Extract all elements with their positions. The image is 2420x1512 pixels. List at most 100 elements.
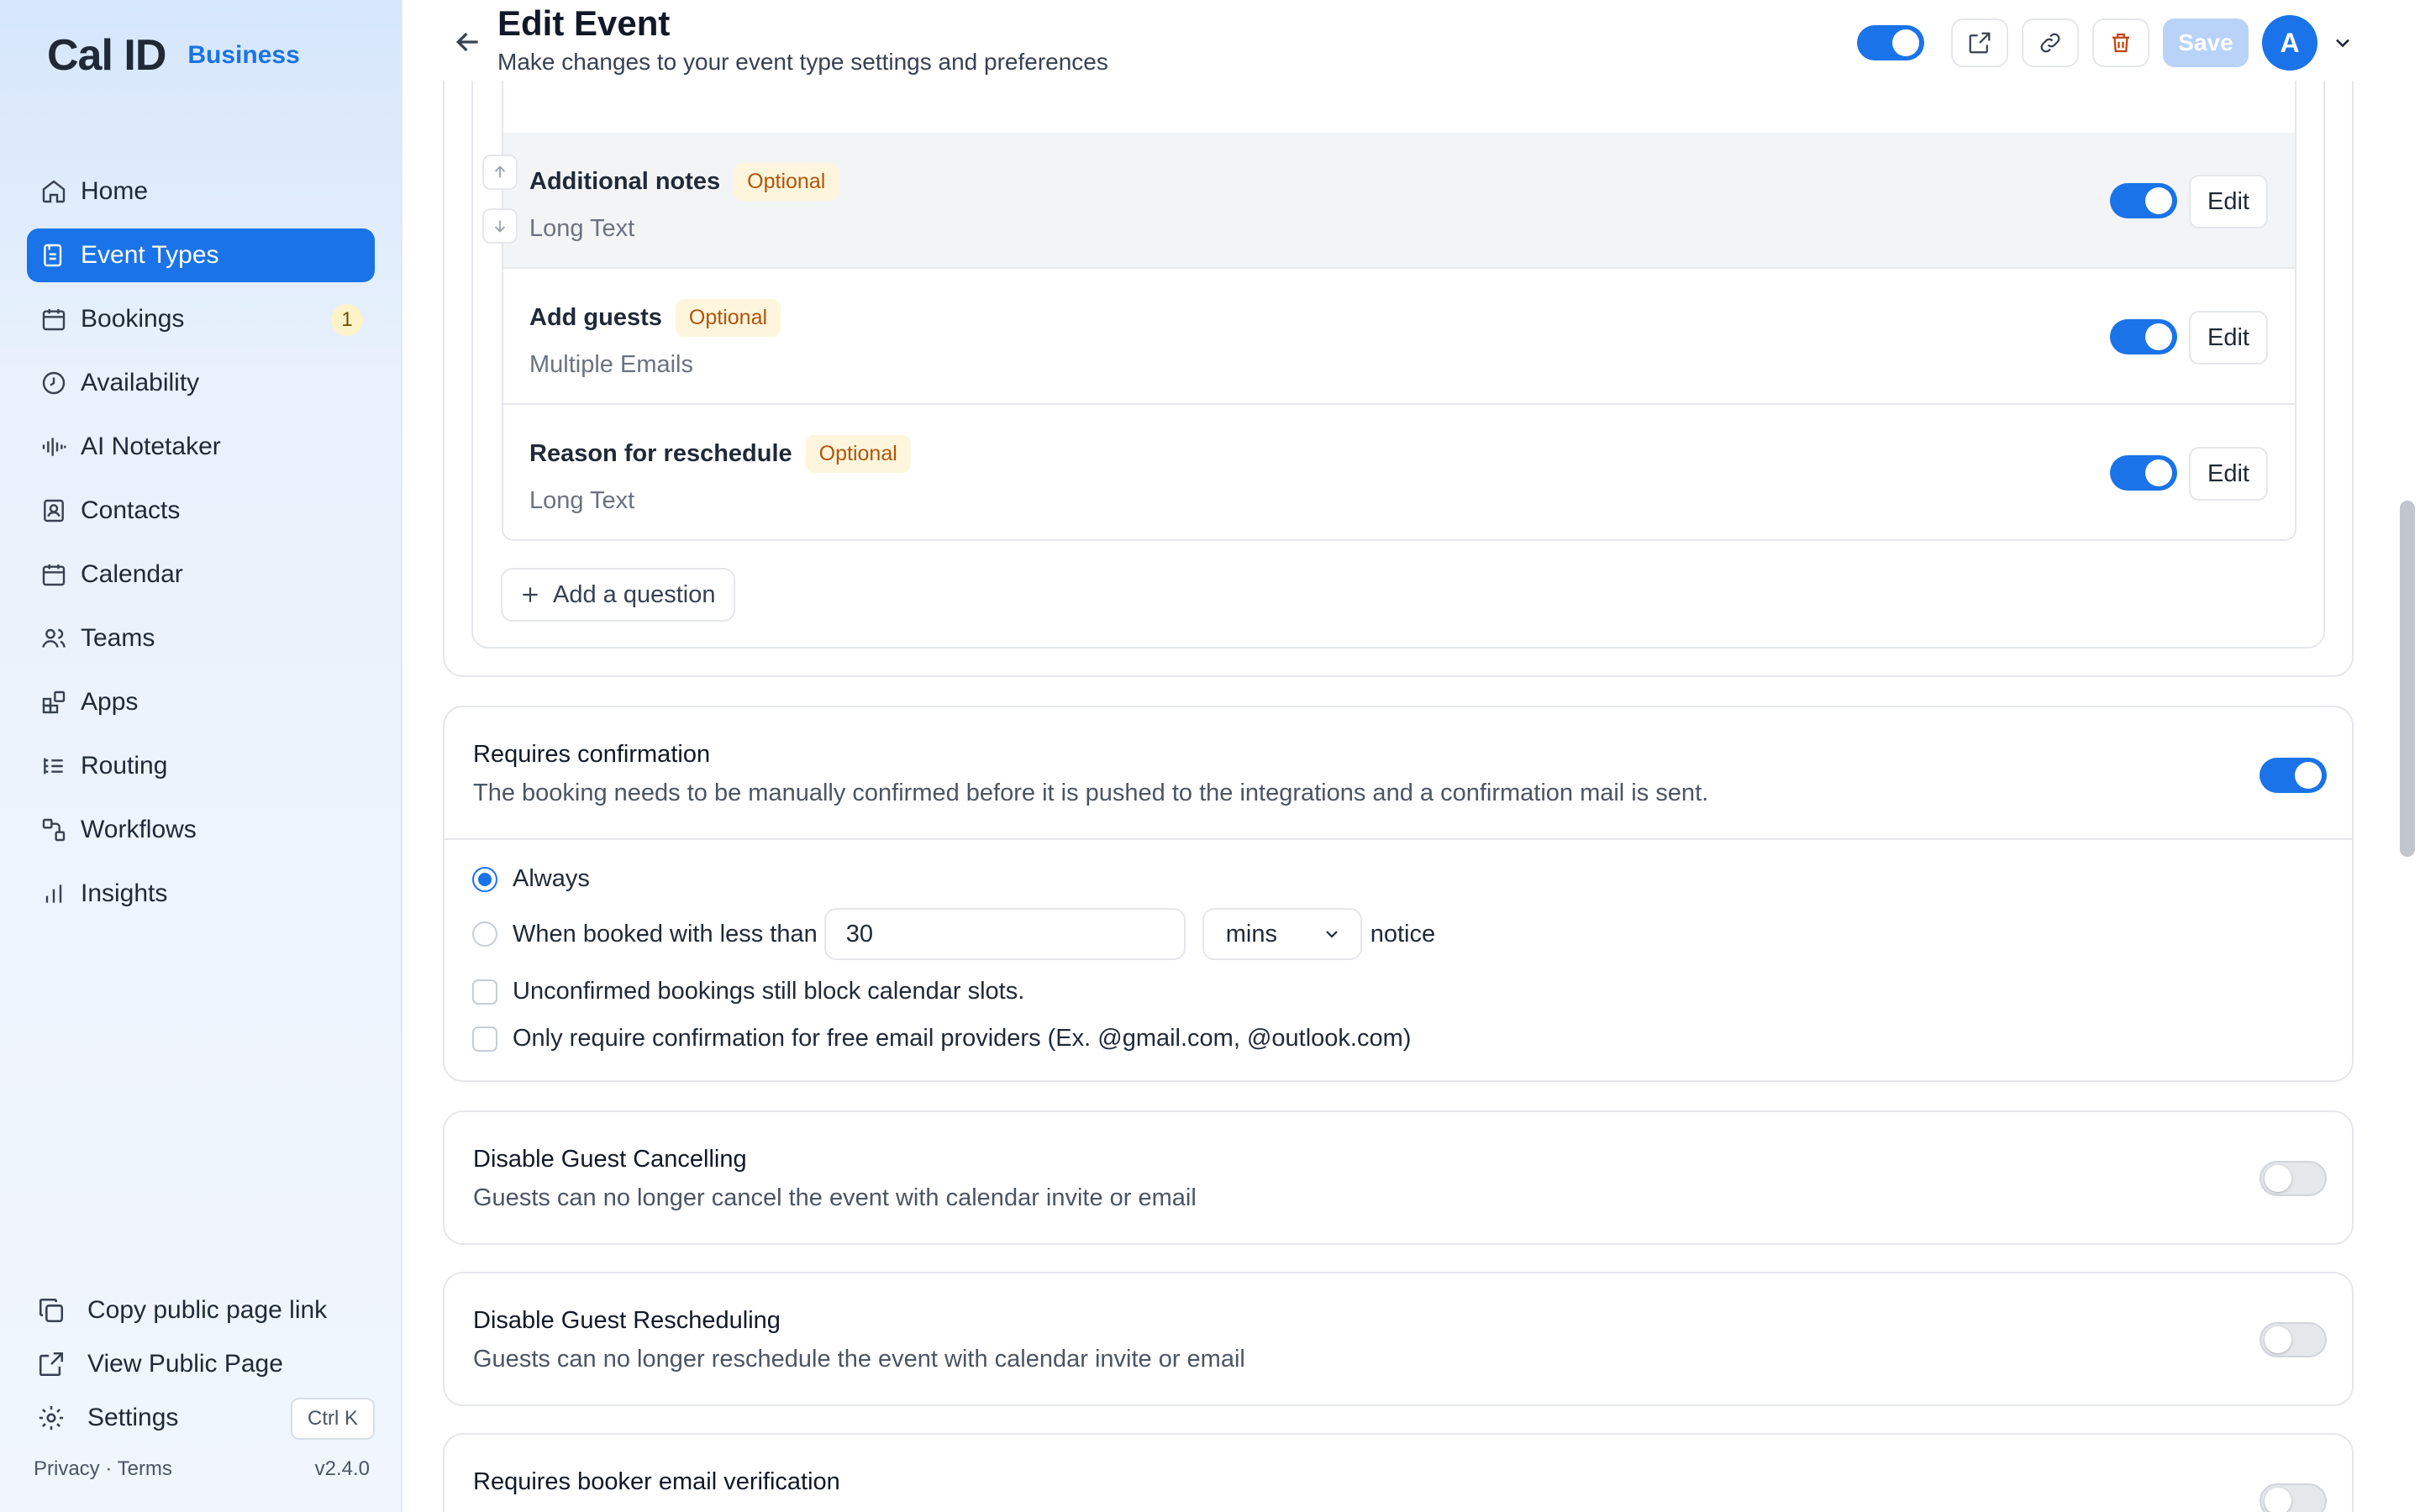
sidebar-item-teams[interactable]: Teams xyxy=(27,612,375,665)
hidden-toggle[interactable] xyxy=(1857,25,1924,60)
trash-icon xyxy=(2112,33,2129,53)
notice-minutes-input[interactable]: 30 xyxy=(823,908,1186,960)
disable-reschedule-title: Disable Guest Rescheduling xyxy=(473,1307,781,1334)
sidebar-item-availability[interactable]: Availability xyxy=(27,356,375,410)
view-public-page-link[interactable]: View Public Page xyxy=(37,1337,375,1391)
avatar[interactable]: A xyxy=(2262,15,2317,71)
notice-unit-value: mins xyxy=(1225,920,1277,948)
brand[interactable]: Cal ID Business xyxy=(47,30,300,81)
requires-confirmation-toggle[interactable] xyxy=(2260,758,2327,793)
question-row-add-guests[interactable]: Add guests Optional Multiple Emails Edit xyxy=(503,269,2295,405)
arrow-down-icon xyxy=(494,220,506,233)
scrollbar-thumb[interactable] xyxy=(2400,501,2415,857)
sidebar-item-bookings[interactable]: Bookings 1 xyxy=(27,292,375,346)
optional-badge: Optional xyxy=(675,299,781,337)
move-up-button[interactable] xyxy=(482,155,518,190)
bookings-count-badge: 1 xyxy=(331,304,363,336)
notice-suffix: notice xyxy=(1370,920,1436,948)
sidebar-item-label: Event Types xyxy=(81,241,219,269)
free-email-checkbox[interactable] xyxy=(472,1026,497,1052)
disable-cancel-toggle[interactable] xyxy=(2260,1161,2327,1196)
email-verification-title: Requires booker email verification xyxy=(473,1468,840,1495)
preview-button[interactable] xyxy=(1951,18,2008,67)
email-verification-card: Requires booker email verification xyxy=(443,1433,2354,1512)
clock-icon xyxy=(40,370,67,396)
question-type: Long Text xyxy=(529,215,635,242)
disable-reschedule-toggle[interactable] xyxy=(2260,1322,2327,1357)
block-slots-checkbox[interactable] xyxy=(472,979,497,1005)
option-block-slots[interactable]: Unconfirmed bookings still block calenda… xyxy=(472,978,1024,1005)
question-name-wrap: Additional notes Optional xyxy=(529,163,839,201)
question-name-wrap: Add guests Optional xyxy=(529,299,781,337)
plus-icon xyxy=(523,587,538,602)
copy-public-link-button[interactable]: Copy public page link xyxy=(37,1284,375,1337)
privacy-link[interactable]: Privacy xyxy=(34,1457,100,1480)
option-always[interactable]: Always xyxy=(472,865,590,893)
settings-label: Settings xyxy=(87,1404,179,1431)
optional-badge: Optional xyxy=(734,163,839,201)
chevron-down-icon[interactable] xyxy=(2331,31,2354,55)
sidebar-item-insights[interactable]: Insights xyxy=(27,867,375,921)
notice-unit-select[interactable]: mins xyxy=(1202,908,1362,960)
disable-reschedule-description: Guests can no longer reschedule the even… xyxy=(473,1346,1245,1373)
email-verification-toggle[interactable] xyxy=(2260,1483,2327,1512)
back-button[interactable] xyxy=(451,25,485,59)
disable-guest-rescheduling-card: Disable Guest Rescheduling Guests can no… xyxy=(443,1272,2354,1406)
question-edit-button[interactable]: Edit xyxy=(2189,447,2268,501)
page-header: Edit Event Make changes to your event ty… xyxy=(402,0,2420,81)
option-free-email-only[interactable]: Only require confirmation for free email… xyxy=(472,1025,1411,1053)
notice-threshold-radio[interactable] xyxy=(472,921,497,947)
sidebar-item-label: Insights xyxy=(81,879,168,907)
contact-card-icon xyxy=(40,497,67,524)
grid-plus-icon xyxy=(40,689,67,716)
question-enabled-toggle[interactable] xyxy=(2110,455,2177,491)
sidebar-item-apps[interactable]: Apps xyxy=(27,675,375,729)
question-edit-button[interactable]: Edit xyxy=(2189,311,2268,365)
sidebar-item-label: Routing xyxy=(81,752,168,780)
save-button[interactable]: Save xyxy=(2163,18,2249,67)
external-link-icon xyxy=(37,1350,66,1378)
brand-logo: Cal ID xyxy=(47,31,166,80)
sidebar-item-contacts[interactable]: Contacts xyxy=(27,484,375,538)
question-type: Long Text xyxy=(529,487,635,514)
notice-threshold-label: When booked with less than xyxy=(513,920,818,948)
questions-list: Short Text Additional notes Optional Lon… xyxy=(502,17,2296,541)
gear-icon xyxy=(37,1404,66,1432)
sidebar-item-label: Workflows xyxy=(81,816,197,843)
add-question-button[interactable]: Add a question xyxy=(501,568,736,622)
question-enabled-toggle[interactable] xyxy=(2110,183,2177,218)
sidebar-item-label: Availability xyxy=(81,369,200,396)
sidebar-item-event-types[interactable]: Event Types xyxy=(27,228,375,282)
copy-icon xyxy=(37,1296,66,1325)
question-edit-button[interactable]: Edit xyxy=(2189,175,2268,228)
sidebar-item-home[interactable]: Home xyxy=(27,165,375,218)
requires-confirmation-description: The booking needs to be manually confirm… xyxy=(473,780,1709,806)
bar-chart-icon xyxy=(40,880,67,907)
free-email-label: Only require confirmation for free email… xyxy=(513,1025,1412,1052)
move-down-button[interactable] xyxy=(482,208,518,244)
sidebar-item-workflows[interactable]: Workflows xyxy=(27,803,375,857)
sidebar-item-ai-notetaker[interactable]: AI Notetaker xyxy=(27,420,375,474)
delete-button[interactable] xyxy=(2092,18,2149,67)
terms-link[interactable]: Terms xyxy=(118,1457,172,1480)
copy-link-button[interactable] xyxy=(2022,18,2079,67)
sidebar-item-label: Teams xyxy=(81,624,155,652)
settings-link[interactable]: Settings Ctrl K xyxy=(37,1391,375,1445)
users-icon xyxy=(40,625,67,652)
sidebar-item-calendar[interactable]: Calendar xyxy=(27,548,375,601)
sidebar-item-label: Contacts xyxy=(81,496,181,524)
shortcut-hint: Ctrl K xyxy=(291,1398,375,1440)
option-notice-threshold: When booked with less than 30 mins notic… xyxy=(472,908,1435,960)
question-row-reason-for-reschedule[interactable]: Reason for reschedule Optional Long Text… xyxy=(503,405,2295,541)
calendar-icon xyxy=(40,561,67,588)
sidebar-nav: Home Event Types Bookings 1 Availability… xyxy=(27,165,375,931)
arrow-left-icon xyxy=(455,32,478,52)
sidebar-item-routing[interactable]: Routing xyxy=(27,739,375,793)
question-type: Multiple Emails xyxy=(529,351,693,378)
question-enabled-toggle[interactable] xyxy=(2110,319,2177,354)
question-row-additional-notes[interactable]: Additional notes Optional Long Text Edit xyxy=(503,133,2295,269)
page-title: Edit Event xyxy=(497,3,671,43)
home-icon xyxy=(40,178,67,205)
always-radio[interactable] xyxy=(472,866,497,892)
sidebar-item-label: Apps xyxy=(81,688,139,716)
